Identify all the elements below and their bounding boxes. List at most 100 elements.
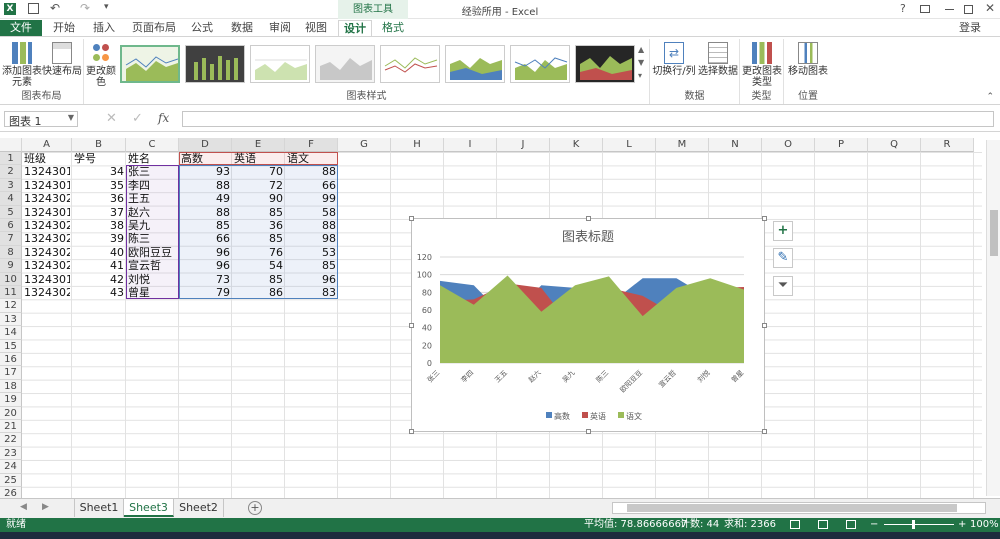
data-cell[interactable]: 37 <box>74 206 124 219</box>
data-cell[interactable]: 35 <box>74 179 124 192</box>
data-cell[interactable]: 1324302 <box>24 286 70 299</box>
column-header-c[interactable]: C <box>126 138 179 152</box>
data-cell[interactable]: 欧阳豆豆 <box>128 246 177 259</box>
row-header-20[interactable]: 20 <box>0 406 22 420</box>
data-cell[interactable]: 赵六 <box>128 206 177 219</box>
help-icon[interactable]: ? <box>900 2 906 15</box>
chart-style-3[interactable] <box>250 45 310 83</box>
tab-view[interactable]: 视图 <box>298 20 334 36</box>
data-cell[interactable]: 王五 <box>128 192 177 205</box>
data-cell[interactable]: 72 <box>234 179 283 192</box>
name-box[interactable]: 图表 1 ▼ <box>4 111 78 128</box>
data-cell[interactable]: 85 <box>181 219 230 232</box>
area-chart[interactable]: 图表标题 0 20 40 60 80 100 120 张三 李四 王五 赵六 吴九 陈三 欧阳豆豆 宣云哲 刘悦… <box>409 216 767 434</box>
resize-handle-br[interactable] <box>762 429 767 434</box>
data-cell[interactable]: 79 <box>181 286 230 299</box>
login-link[interactable]: 登录 <box>955 20 985 36</box>
column-header-r[interactable]: R <box>921 138 974 152</box>
row-header-21[interactable]: 21 <box>0 420 22 434</box>
formula-input[interactable] <box>182 111 994 127</box>
header-cell[interactable]: 高数 <box>181 152 230 165</box>
switch-row-column-button[interactable]: ⇄ 切换行/列 <box>652 42 696 77</box>
row-header-17[interactable]: 17 <box>0 366 22 380</box>
restore-icon[interactable] <box>964 5 973 14</box>
data-cell[interactable]: 吴九 <box>128 219 177 232</box>
data-cell[interactable]: 88 <box>181 179 230 192</box>
data-cell[interactable]: 34 <box>74 165 124 178</box>
row-header-5[interactable]: 5 <box>0 205 22 219</box>
data-cell[interactable]: 85 <box>234 273 283 286</box>
tab-insert[interactable]: 插入 <box>86 20 122 36</box>
minimize-icon[interactable] <box>945 9 954 10</box>
header-cell[interactable]: 姓名 <box>128 152 177 165</box>
tab-design[interactable]: 设计 <box>338 20 372 36</box>
row-header-16[interactable]: 16 <box>0 353 22 367</box>
column-header-m[interactable]: M <box>656 138 709 152</box>
undo-icon[interactable]: ↶ <box>50 1 60 15</box>
data-cell[interactable]: 54 <box>234 259 283 272</box>
move-chart-button[interactable]: 移动图表 <box>786 42 830 77</box>
column-header-e[interactable]: E <box>232 138 285 152</box>
resize-handle-tc[interactable] <box>586 216 591 221</box>
horizontal-scrollbar[interactable] <box>612 502 986 514</box>
data-cell[interactable]: 刘悦 <box>128 273 177 286</box>
row-header-8[interactable]: 8 <box>0 245 22 260</box>
column-header-n[interactable]: N <box>709 138 762 152</box>
row-header-12[interactable]: 12 <box>0 299 22 313</box>
row-header-11[interactable]: 11 <box>0 286 22 300</box>
data-cell[interactable]: 39 <box>74 232 124 245</box>
row-header-19[interactable]: 19 <box>0 393 22 407</box>
add-chart-element-button[interactable]: 添加图表元素 <box>2 42 42 88</box>
add-sheet-icon[interactable]: + <box>248 501 262 515</box>
data-cell[interactable]: 1324302 <box>24 259 70 272</box>
data-cell[interactable]: 96 <box>181 246 230 259</box>
row-header-24[interactable]: 24 <box>0 460 22 474</box>
resize-handle-bl[interactable] <box>409 429 414 434</box>
styles-scroll-down-icon[interactable]: ▼ <box>638 58 644 67</box>
column-header-d[interactable]: D <box>179 138 232 152</box>
data-cell[interactable]: 1324302 <box>24 192 70 205</box>
data-cell[interactable]: 40 <box>74 246 124 259</box>
data-cell[interactable]: 陈三 <box>128 232 177 245</box>
row-header-13[interactable]: 13 <box>0 312 22 327</box>
resize-handle-ml[interactable] <box>409 323 414 328</box>
chart-style-6[interactable] <box>445 45 505 83</box>
data-cell[interactable]: 1324301 <box>24 206 70 219</box>
data-cell[interactable]: 1324301 <box>24 273 70 286</box>
data-cell[interactable]: 张三 <box>128 165 177 178</box>
data-cell[interactable]: 85 <box>234 232 283 245</box>
tab-formulas[interactable]: 公式 <box>184 20 220 36</box>
tab-review[interactable]: 审阅 <box>262 20 298 36</box>
header-cell[interactable]: 语文 <box>287 152 336 165</box>
tab-page-layout[interactable]: 页面布局 <box>128 20 180 36</box>
zoom-level[interactable]: 100% <box>970 518 999 532</box>
header-cell[interactable]: 英语 <box>234 152 283 165</box>
data-cell[interactable]: 76 <box>234 246 283 259</box>
data-cell[interactable]: 88 <box>181 206 230 219</box>
resize-handle-tr[interactable] <box>762 216 767 221</box>
column-header-p[interactable]: P <box>815 138 868 152</box>
tab-file[interactable]: 文件 <box>0 20 42 36</box>
data-cell[interactable]: 73 <box>181 273 230 286</box>
data-cell[interactable]: 88 <box>287 219 336 232</box>
page-break-view-icon[interactable] <box>846 520 856 529</box>
data-cell[interactable]: 42 <box>74 273 124 286</box>
ribbon-display-icon[interactable] <box>920 5 930 13</box>
data-cell[interactable]: 85 <box>234 206 283 219</box>
row-header-9[interactable]: 9 <box>0 259 22 273</box>
column-header-g[interactable]: G <box>338 138 391 152</box>
data-cell[interactable]: 86 <box>234 286 283 299</box>
sheet-next-icon[interactable]: ▶ <box>42 502 49 512</box>
resize-handle-tl[interactable] <box>409 216 414 221</box>
styles-scroll-up-icon[interactable]: ▲ <box>638 45 644 54</box>
zoom-slider[interactable] <box>884 524 954 525</box>
data-cell[interactable]: 66 <box>181 232 230 245</box>
column-header-i[interactable]: I <box>444 138 497 152</box>
customize-qat-icon[interactable]: ▾ <box>104 2 109 12</box>
page-layout-view-icon[interactable] <box>818 520 828 529</box>
chart-style-8[interactable] <box>575 45 635 83</box>
zoom-slider-thumb[interactable] <box>912 520 915 529</box>
chart-style-1[interactable] <box>120 45 180 83</box>
tab-format[interactable]: 格式 <box>376 20 410 36</box>
vertical-scrollbar[interactable] <box>986 140 1000 496</box>
